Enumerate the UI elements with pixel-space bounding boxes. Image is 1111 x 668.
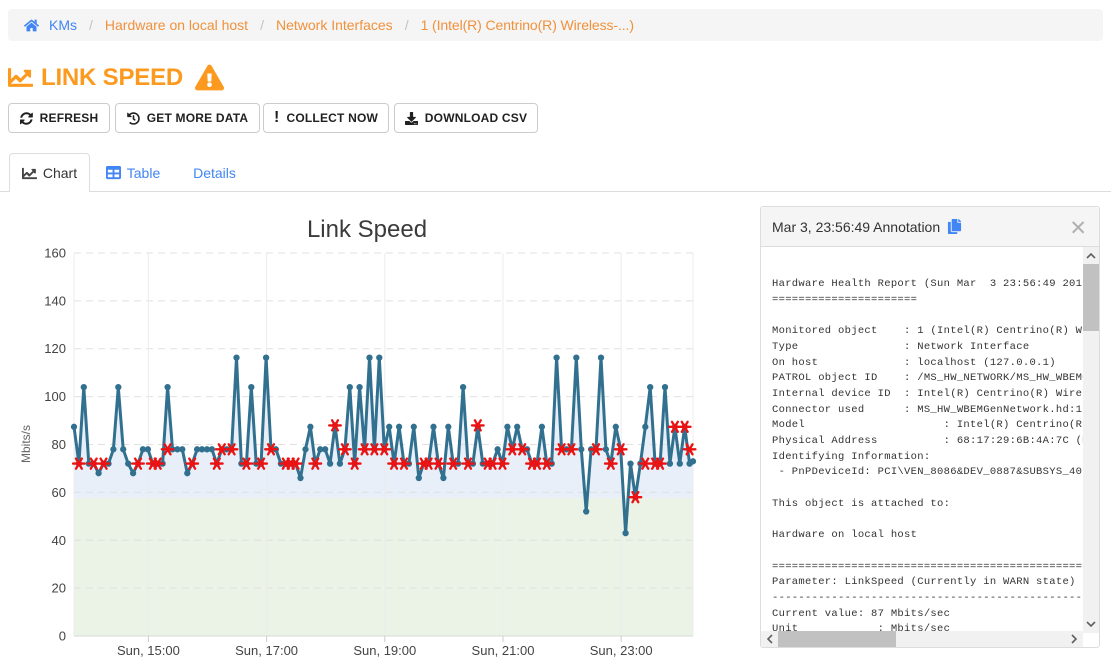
svg-text:60: 60 [52, 485, 66, 500]
svg-text:Sun, 23:00: Sun, 23:00 [590, 643, 653, 658]
svg-text:120: 120 [44, 341, 66, 356]
svg-text:Link Speed: Link Speed [307, 216, 427, 243]
svg-text:Sun, 17:00: Sun, 17:00 [235, 643, 298, 658]
svg-text:40: 40 [52, 533, 66, 548]
svg-text:Sun, 15:00: Sun, 15:00 [117, 643, 180, 658]
svg-text:100: 100 [44, 389, 66, 404]
svg-text:Sun, 19:00: Sun, 19:00 [353, 643, 416, 658]
svg-text:160: 160 [44, 246, 66, 261]
svg-text:80: 80 [52, 437, 66, 452]
svg-text:140: 140 [44, 293, 66, 308]
svg-text:20: 20 [52, 581, 66, 596]
svg-text:0: 0 [59, 629, 66, 644]
svg-text:Mbits/s: Mbits/s [19, 425, 33, 463]
svg-text:Sun, 21:00: Sun, 21:00 [472, 643, 535, 658]
